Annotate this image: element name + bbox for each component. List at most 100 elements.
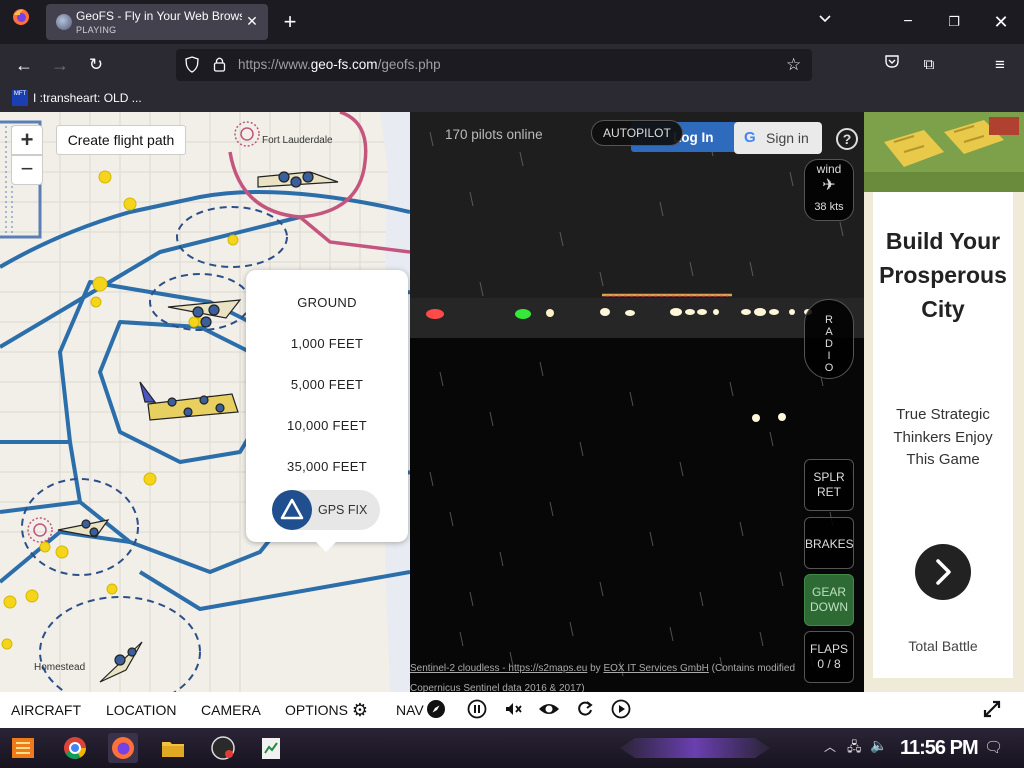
altitude-option-35000[interactable]: 35,000 FEET	[246, 459, 408, 474]
spoilers-label-line1: SPLR	[813, 470, 845, 484]
altitude-popup: GROUND 1,000 FEET 5,000 FEET 10,000 FEET…	[246, 270, 408, 552]
location-menu-button[interactable]: LOCATION	[106, 702, 177, 718]
eye-icon[interactable]	[538, 699, 560, 721]
gps-triangle-icon[interactable]	[272, 490, 312, 530]
bookmarks-bar: MFT I :transheart: OLD ...	[0, 86, 1024, 112]
map-panel[interactable]: Fort Lauderdale Homestead + − Create fli…	[0, 112, 410, 692]
spreadsheet-icon[interactable]	[256, 733, 286, 763]
altitude-option-ground[interactable]: GROUND	[246, 295, 408, 310]
attribution-link-sentinel[interactable]: Sentinel-2 cloudless - https://s2maps.eu	[410, 663, 587, 674]
spoilers-button[interactable]: SPLR RET	[804, 459, 854, 511]
reload-icon[interactable]: ↻	[81, 50, 111, 80]
os-taskbar: ︿ 🖧 🔈 11:56 PM 🗨	[0, 728, 1024, 768]
wind-speed: 38 kts	[814, 201, 844, 213]
extensions-puzzle-icon[interactable]: ⧉	[914, 50, 944, 80]
network-icon[interactable]: 🖧	[847, 738, 862, 760]
file-explorer-icon[interactable]	[158, 733, 188, 763]
create-flight-path-button[interactable]: Create flight path	[56, 125, 186, 155]
wind-label: wind	[816, 162, 842, 176]
map-label-fort-lauderdale: Fort Lauderdale	[262, 135, 333, 146]
reset-icon[interactable]	[574, 699, 596, 721]
url-bar[interactable]: https://www.geo-fs.com/geofs.php ☆	[176, 49, 812, 81]
fullscreen-icon[interactable]	[981, 699, 1003, 721]
wind-direction-icon: ✈	[822, 177, 836, 194]
google-g-icon: G	[744, 129, 756, 146]
shield-icon[interactable]	[185, 56, 199, 78]
ad-game-image[interactable]	[864, 112, 1024, 192]
flight-view[interactable]: 170 pilots online Log In AUTOPILOT G Sig…	[410, 112, 864, 692]
tab-title: GeoFS - Fly in Your Web Browser	[76, 9, 242, 23]
google-sign-in-button[interactable]: G Sign in	[734, 122, 822, 154]
back-arrow-icon[interactable]: ←	[9, 50, 39, 80]
ad-panel[interactable]: Build Your Prosperous City True Strategi…	[864, 112, 1024, 692]
aircraft-menu-button[interactable]: AIRCRAFT	[11, 702, 81, 718]
play-icon[interactable]	[610, 699, 632, 721]
gear-icon[interactable]: ⚙	[349, 699, 371, 721]
ad-headline: Build Your Prosperous City	[879, 228, 1007, 322]
altitude-option-1000[interactable]: 1,000 FEET	[246, 336, 408, 351]
geofs-app: Fort Lauderdale Homestead + − Create fli…	[0, 112, 1024, 692]
obs-icon[interactable]	[208, 733, 238, 763]
zoom-in-button[interactable]: +	[11, 125, 43, 155]
forward-arrow-icon[interactable]: →	[45, 50, 75, 80]
bookmark-favicon-icon: MFT	[12, 90, 28, 106]
window-close-button[interactable]: ✕	[986, 7, 1016, 37]
map-attribution: Sentinel-2 cloudless - https://s2maps.eu…	[410, 663, 796, 692]
gps-fix-toggle[interactable]: GPS FIX	[272, 490, 380, 530]
taskbar-decoration	[620, 738, 770, 758]
ad-subtext: True Strategic Thinkers Enjoy This Game	[893, 406, 993, 468]
altitude-option-5000[interactable]: 5,000 FEET	[246, 377, 408, 392]
taskbar-clock[interactable]: 11:56 PM	[900, 737, 979, 760]
lock-icon[interactable]	[213, 56, 226, 77]
tab-status: PLAYING	[76, 25, 117, 35]
tab-list-chevron-icon[interactable]	[810, 7, 840, 37]
options-menu-button[interactable]: OPTIONS	[285, 702, 348, 718]
url-text[interactable]: https://www.geo-fs.com/geofs.php	[238, 57, 441, 72]
compass-icon[interactable]	[425, 699, 447, 721]
ad-cta-chevron-right-icon[interactable]	[915, 544, 971, 600]
radio-button[interactable]: RADIO	[804, 299, 854, 379]
browser-nav-bar: ← → ↻ https://www.geo-fs.com/geofs.php ☆…	[0, 44, 1024, 86]
attribution-link-eox[interactable]: EOX IT Services GmbH	[603, 663, 708, 674]
bookmark-star-icon[interactable]: ☆	[786, 55, 801, 75]
bookmark-item[interactable]: I :transheart: OLD ...	[33, 91, 142, 105]
scene-canvas[interactable]	[410, 112, 864, 692]
spoilers-label-line2: RET	[817, 485, 841, 499]
map-label-homestead: Homestead	[34, 662, 86, 673]
browser-tab-active[interactable]: GeoFS - Fly in Your Web Browser PLAYING …	[46, 4, 268, 40]
ad-brand: Total Battle	[908, 638, 978, 654]
firefox-menu-icon[interactable]	[6, 7, 36, 37]
gear-label-line1: GEAR	[811, 585, 846, 599]
pilots-online-text: 170 pilots online	[445, 127, 543, 142]
geofs-bottom-toolbar: AIRCRAFT LOCATION CAMERA OPTIONS ⚙ NAV	[0, 692, 1024, 728]
autopilot-button[interactable]: AUTOPILOT	[591, 120, 683, 146]
tab-close-icon[interactable]: ✕	[244, 13, 260, 29]
hamburger-menu-icon[interactable]: ≡	[985, 50, 1015, 80]
window-minimize-button[interactable]: −	[893, 7, 923, 37]
gear-button[interactable]: GEAR DOWN	[804, 574, 854, 626]
chrome-icon[interactable]	[60, 733, 90, 763]
firefox-taskbar-icon[interactable]	[108, 733, 138, 763]
tray-chevron-icon[interactable]: ︿	[824, 738, 836, 755]
autopilot-label: AUTOPILOT	[603, 126, 671, 140]
volume-icon[interactable]: 🔈	[870, 737, 887, 754]
pocket-icon[interactable]	[877, 50, 907, 80]
pause-icon[interactable]	[466, 699, 488, 721]
start-menu-icon[interactable]	[8, 733, 38, 763]
wind-indicator: wind ✈ 38 kts	[804, 159, 854, 221]
altitude-option-10000[interactable]: 10,000 FEET	[246, 418, 408, 433]
nav-menu-button[interactable]: NAV	[396, 702, 424, 718]
camera-menu-button[interactable]: CAMERA	[201, 702, 261, 718]
gear-label-line2: DOWN	[810, 600, 848, 614]
brakes-button[interactable]: BRAKES	[804, 517, 854, 569]
mute-icon[interactable]	[502, 699, 524, 721]
browser-tab-bar: GeoFS - Fly in Your Web Browser PLAYING …	[0, 0, 1024, 44]
window-restore-button[interactable]: ❐	[939, 7, 969, 37]
notifications-icon[interactable]: 🗨	[984, 738, 1003, 756]
gps-fix-label: GPS FIX	[318, 503, 368, 517]
flaps-label-line1: FLAPS	[809, 642, 848, 656]
ad-card[interactable]: Build Your Prosperous City True Strategi…	[873, 192, 1013, 678]
help-icon[interactable]: ?	[836, 128, 858, 150]
new-tab-button[interactable]: +	[275, 7, 305, 37]
zoom-out-button[interactable]: −	[11, 155, 43, 185]
